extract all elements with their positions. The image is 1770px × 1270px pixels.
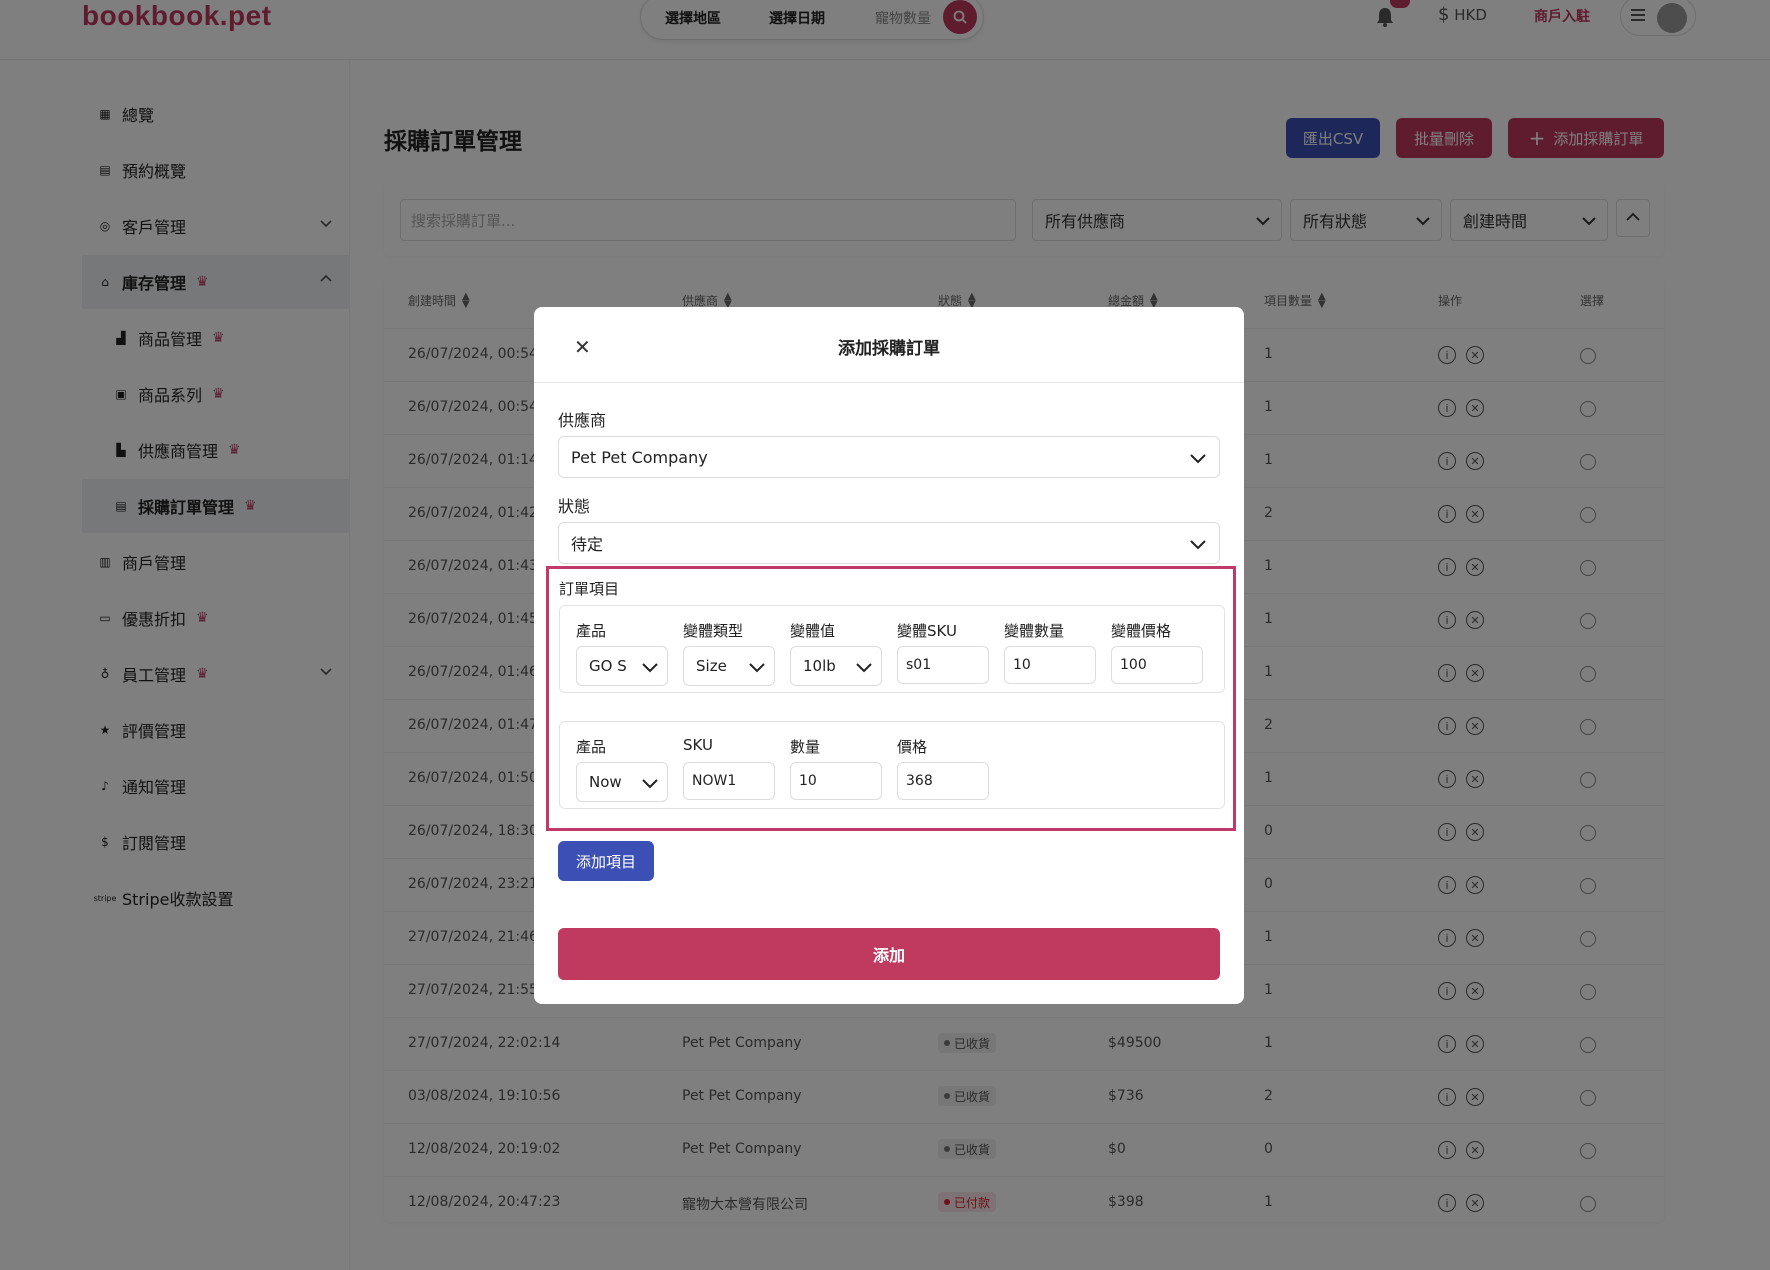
- variant-qty-label: 變體數量: [1004, 622, 1065, 640]
- chevron-down-icon: [642, 779, 658, 789]
- variant-value-select[interactable]: 10lb: [790, 646, 882, 686]
- variant-value-value: 10lb: [803, 657, 836, 675]
- product-select[interactable]: GO S: [576, 646, 668, 686]
- sku-label: SKU: [683, 736, 713, 754]
- product-select-value: GO S: [589, 657, 627, 675]
- price-label: 價格: [897, 738, 928, 756]
- variant-price-label: 變體價格: [1111, 622, 1172, 640]
- chevron-down-icon: [642, 663, 658, 673]
- product-select[interactable]: Now: [576, 762, 668, 802]
- modal-title: 添加採購訂單: [838, 339, 940, 359]
- supplier-select[interactable]: Pet Pet Company: [558, 436, 1220, 478]
- variant-type-label: 變體類型: [683, 622, 744, 640]
- qty-label: 數量: [790, 738, 821, 756]
- add-item-button[interactable]: 添加項目: [558, 841, 654, 881]
- qty-input[interactable]: 10: [790, 762, 882, 800]
- chevron-down-icon: [1190, 540, 1206, 550]
- variant-type-value: Size: [696, 657, 727, 675]
- variant-sku-input[interactable]: s01: [897, 646, 989, 684]
- product-label: 產品: [576, 622, 607, 640]
- variant-type-select[interactable]: Size: [683, 646, 775, 686]
- chevron-down-icon: [1190, 454, 1206, 464]
- submit-add-button[interactable]: 添加: [558, 928, 1220, 980]
- status-select-value: 待定: [571, 535, 604, 554]
- product-select-value: Now: [589, 773, 622, 791]
- product-label: 產品: [576, 738, 607, 756]
- variant-qty-input[interactable]: 10: [1004, 646, 1096, 684]
- order-items-label: 訂單項目: [559, 580, 620, 598]
- status-label: 狀態: [558, 497, 591, 516]
- modal-header: ✕ 添加採購訂單: [534, 307, 1244, 383]
- supplier-select-value: Pet Pet Company: [571, 447, 708, 467]
- price-input[interactable]: 368: [897, 762, 989, 800]
- order-item-simple: 產品 Now SKU NOW1 數量 10 價格 368: [559, 721, 1225, 809]
- chevron-down-icon: [749, 663, 765, 673]
- variant-value-label: 變體值: [790, 622, 836, 640]
- order-items-section: 訂單項目 產品 GO S 變體類型 Size 變體值 10lb 變體SKU s0…: [546, 566, 1236, 831]
- sku-input[interactable]: NOW1: [683, 762, 775, 800]
- variant-sku-label: 變體SKU: [897, 622, 957, 640]
- supplier-label: 供應商: [558, 411, 607, 430]
- order-item-variant: 產品 GO S 變體類型 Size 變體值 10lb 變體SKU s01 變體數…: [559, 605, 1225, 693]
- variant-price-input[interactable]: 100: [1111, 646, 1203, 684]
- chevron-down-icon: [856, 663, 872, 673]
- add-purchase-order-modal: ✕ 添加採購訂單 供應商 Pet Pet Company 狀態 待定 訂單項目 …: [534, 307, 1244, 1004]
- status-select[interactable]: 待定: [558, 522, 1220, 564]
